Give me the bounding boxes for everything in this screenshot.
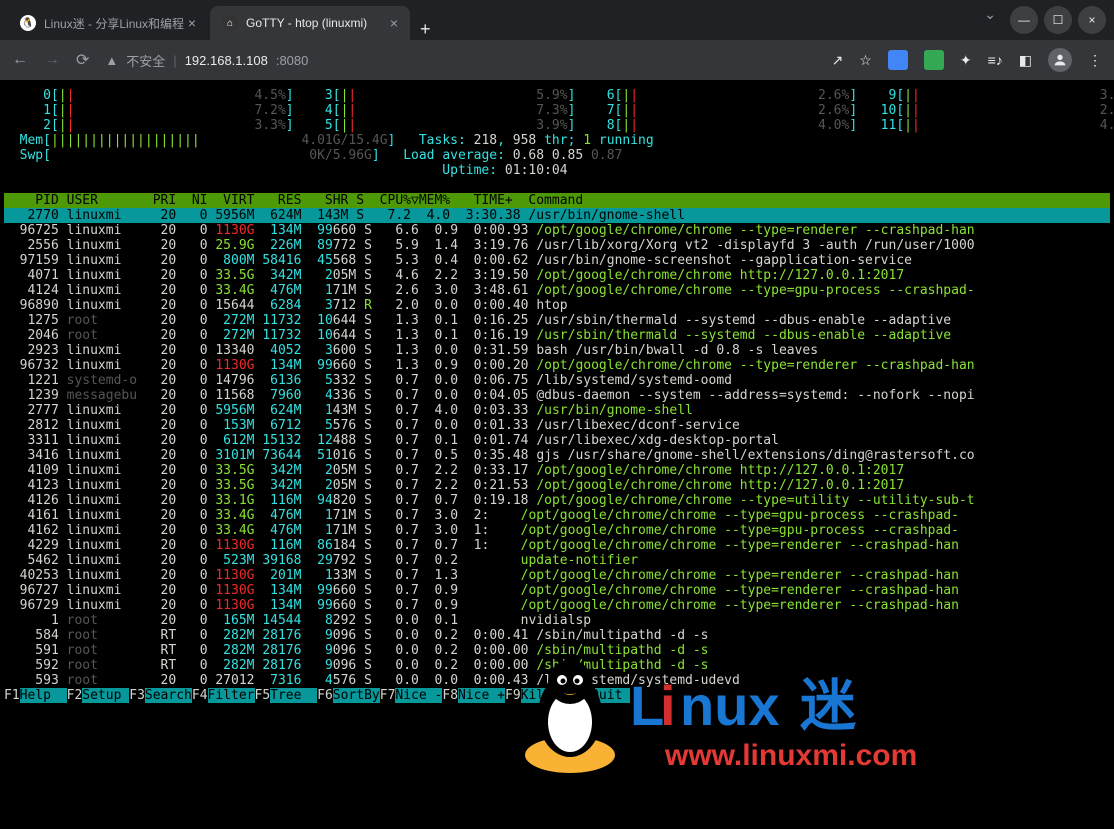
terminal[interactable]: 0[|| 4.5%] 3[|| 5.9%] 6[|| 2.6%] 9[|| 3.… [0,80,1114,829]
process-row-selected[interactable]: 2770 linuxmi 20 0 5956M 624M 143M S 7.2 … [4,208,1110,223]
process-row[interactable]: 1275 root 20 0 272M 11732 10644 S 1.3 0.… [4,313,951,328]
process-row[interactable]: 4126 linuxmi 20 0 33.1G 116M 94820 S 0.7… [4,493,975,508]
insecure-label: 不安全 [126,51,165,70]
url-host: 192.168.1.108 [185,53,268,68]
process-row[interactable]: 96727 linuxmi 20 0 1130G 134M 99660 S 0.… [4,583,959,598]
minimize-button[interactable]: — [1010,6,1038,34]
back-button[interactable]: ← [12,51,28,69]
process-row[interactable]: 40253 linuxmi 20 0 1130G 201M 133M S 0.7… [4,568,959,583]
process-row[interactable]: 4123 linuxmi 20 0 33.5G 342M 205M S 0.7 … [4,478,904,493]
process-row[interactable]: 96732 linuxmi 20 0 1130G 134M 99660 S 1.… [4,358,975,373]
window-controls: ⌄ — ☐ × [984,6,1106,34]
extension-lock-icon[interactable] [924,50,944,70]
process-row[interactable]: 2812 linuxmi 20 0 153M 6712 5576 S 0.7 0… [4,418,740,433]
new-tab-button[interactable]: + [420,19,431,40]
process-row[interactable]: 2923 linuxmi 20 0 13340 4052 3600 S 1.3 … [4,343,818,358]
browser-window: 🐧 Linux迷 - 分享Linux和编程 × ⌂ GoTTY - htop (… [0,0,1114,829]
maximize-button[interactable]: ☐ [1044,6,1072,34]
process-row[interactable]: 96890 linuxmi 20 0 15644 6284 3712 R 2.0… [4,298,568,313]
address-bar: ← → ⟳ ▲ 不安全 | 192.168.1.108:8080 ↗ ☆ ✦ ≡… [0,40,1114,80]
process-row[interactable]: 593 root 20 0 27012 7316 4576 S 0.0 0.0 … [4,673,740,688]
process-row[interactable]: 4229 linuxmi 20 0 1130G 116M 86184 S 0.7… [4,538,959,553]
process-row[interactable]: 96729 linuxmi 20 0 1130G 134M 99660 S 0.… [4,598,959,613]
process-row[interactable]: 591 root RT 0 282M 28176 9096 S 0.0 0.2 … [4,643,709,658]
share-icon[interactable]: ↗ [832,52,844,69]
star-icon[interactable]: ☆ [859,52,872,69]
tab-linuxmi[interactable]: 🐧 Linux迷 - 分享Linux和编程 × [8,6,208,40]
url-field[interactable]: ▲ 不安全 | 192.168.1.108:8080 [105,51,308,70]
forward-button[interactable]: → [44,51,60,69]
process-row[interactable]: 584 root RT 0 282M 28176 9096 S 0.0 0.2 … [4,628,709,643]
svg-text:www.linuxmi.com: www.linuxmi.com [664,739,917,772]
reload-button[interactable]: ⟳ [76,50,89,70]
toolbar-actions: ↗ ☆ ✦ ≡♪ ◧ ⋮ [832,48,1102,72]
tab-gotty[interactable]: ⌂ GoTTY - htop (linuxmi) × [210,6,410,40]
close-icon[interactable]: × [390,15,398,31]
url-port: :8080 [276,53,309,68]
puzzle-icon[interactable]: ✦ [960,52,972,69]
favicon-gotty: ⌂ [222,15,238,31]
process-row[interactable]: 1221 systemd-o 20 0 14796 6136 5332 S 0.… [4,373,732,388]
playlist-icon[interactable]: ≡♪ [988,52,1003,68]
process-row[interactable]: 4109 linuxmi 20 0 33.5G 342M 205M S 0.7 … [4,463,904,478]
extension-translate-icon[interactable] [888,50,908,70]
column-header[interactable]: PID USER PRI NI VIRT RES SHR S CPU%▽MEM%… [4,193,1110,208]
process-row[interactable]: 1239 messagebu 20 0 11568 7960 4336 S 0.… [4,388,975,403]
close-icon[interactable]: × [188,15,196,31]
process-row[interactable]: 3416 linuxmi 20 0 3101M 73644 51016 S 0.… [4,448,975,463]
close-button[interactable]: × [1078,6,1106,34]
process-row[interactable]: 5462 linuxmi 20 0 523M 39168 29792 S 0.7… [4,553,638,568]
process-row[interactable]: 4162 linuxmi 20 0 33.4G 476M 171M S 0.7 … [4,523,959,538]
avatar[interactable] [1048,48,1072,72]
process-row[interactable]: 2556 linuxmi 20 0 25.9G 226M 89772 S 5.9… [4,238,975,253]
process-row[interactable]: 2046 root 20 0 272M 11732 10644 S 1.3 0.… [4,328,951,343]
tab-title: Linux迷 - 分享Linux和编程 [44,15,184,32]
tab-title: GoTTY - htop (linuxmi) [246,16,367,30]
menu-icon[interactable]: ⋮ [1088,52,1102,69]
process-row[interactable]: 4161 linuxmi 20 0 33.4G 476M 171M S 0.7 … [4,508,959,523]
process-row[interactable]: 4124 linuxmi 20 0 33.4G 476M 171M S 2.6 … [4,283,975,298]
favicon-linuxmi: 🐧 [20,15,36,31]
svg-text:迷: 迷 [800,674,856,737]
titlebar: 🐧 Linux迷 - 分享Linux和编程 × ⌂ GoTTY - htop (… [0,0,1114,40]
process-row[interactable]: 96725 linuxmi 20 0 1130G 134M 99660 S 6.… [4,223,975,238]
process-row[interactable]: 97159 linuxmi 20 0 800M 58416 45568 S 5.… [4,253,912,268]
process-row[interactable]: 4071 linuxmi 20 0 33.5G 342M 205M S 4.6 … [4,268,904,283]
tab-strip: 🐧 Linux迷 - 分享Linux和编程 × ⌂ GoTTY - htop (… [8,6,431,40]
process-row[interactable]: 2777 linuxmi 20 0 5956M 624M 143M S 0.7 … [4,403,693,418]
process-row[interactable]: 592 root RT 0 282M 28176 9096 S 0.0 0.2 … [4,658,709,673]
process-row[interactable]: 1 root 20 0 165M 14544 8292 S 0.0 0.1 nv… [4,613,591,628]
process-row[interactable]: 3311 linuxmi 20 0 612M 15132 12488 S 0.7… [4,433,779,448]
insecure-icon: ▲ [105,53,118,68]
chevron-down-icon[interactable]: ⌄ [984,6,996,34]
panel-icon[interactable]: ◧ [1019,52,1032,69]
